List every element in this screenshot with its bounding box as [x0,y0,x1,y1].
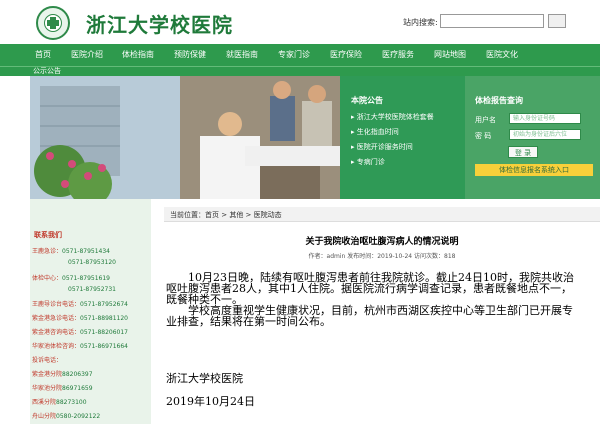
notice-item[interactable]: ▸ 生化指血时间 [351,127,399,137]
article-meta: 作者：admin 发布时间：2019-10-24 访问次数：818 [308,253,456,260]
registration-system-link[interactable]: 体检信息报名系统入口 [475,164,593,176]
article-paragraph: 10月23日晚，陆续有呕吐腹泻患者前往我院就诊。截止24日10时，我院共收治呕吐… [166,271,574,306]
contact-row: 体检中心：0571-87951619 [32,273,110,282]
contact-phone: 0571-87951434 [62,248,110,255]
sidebar: 联系我们 王鹿急诊：0571-87951434 0571-87953120 体检中心… [30,199,151,424]
contact-phone: 88206397 [62,371,93,378]
contact-row: 紫金港分院88206397 [32,369,93,378]
contact-label: 华家池分院 [32,385,63,392]
nav-item-expert-clinic[interactable]: 专家门诊 [274,44,314,66]
article-paragraph: 学校高度重视学生健康状况，目前，杭州市西湖区疾控中心等卫生部门已开展专业排查，结… [166,304,573,328]
contact-row: 王鹿急诊：0571-87951434 [32,246,110,255]
nav-item-prevention[interactable]: 预防保健 [170,44,210,66]
breadcrumb: 当前位置：首页 > 其他 > 医院动态 [164,207,600,222]
contact-phone: 88273100 [56,399,87,406]
contact-phone: 0571-88981120 [80,315,128,322]
nav-item-checkup-guide[interactable]: 体检指南 [118,44,158,66]
notice-panel: 本院公告 ▸ 浙江大学校医院体检套餐 ▸ 生化指血时间 ▸ 医院开诊服务时间 ▸… [340,76,465,199]
contact-label: 紫金港分院 [32,371,63,378]
hospital-logo-icon[interactable] [36,6,70,40]
article-signature: 浙江大学校医院 [166,372,243,385]
notice-item[interactable]: ▸ 医院开诊服务时间 [351,142,413,152]
notice-item[interactable]: ▸ 专病门诊 [351,157,385,167]
contact-label: 紫金港急诊电话： [32,315,81,322]
contact-row: 紫金港咨询电话：0571-88206017 [32,327,128,336]
contact-row: 西溪分院88273100 [32,397,87,406]
nav-item-culture[interactable]: 医院文化 [482,44,522,66]
contact-phone: 0571-87952731 [68,286,116,293]
contact-phone: 0571-87952674 [80,301,128,308]
contact-label: 舟山分院 [32,413,57,420]
contact-label: 西溪分院 [32,399,57,406]
contact-phone: 0571-86971664 [80,343,128,350]
header: 浙江大学校医院 站内搜索: [0,0,600,44]
nav-item-visit-guide[interactable]: 就医指南 [222,44,262,66]
contact-row: 华家池体检咨询：0571-86971664 [32,341,128,350]
contact-label: 体检中心： [32,275,63,282]
contact-phone: 86971659 [62,385,93,392]
article-date: 2019年10月24日 [166,395,255,408]
notice-title: 本院公告 [351,96,383,105]
nav-item-home[interactable]: 首页 [30,44,56,66]
login-title: 体检报告查询 [475,96,523,105]
subnav-item-announcements[interactable]: 公示公告 [33,66,61,76]
article-body: 10月23日晚，陆续有呕吐腹泻患者前往我院就诊。截止24日10时，我院共收治呕吐… [166,272,578,327]
username-label: 用户名 [475,116,496,124]
contact-phone: 0571-87951619 [62,275,110,282]
banner-photo [30,76,340,199]
main-nav: 首页 医院介绍 体检指南 预防保健 就医指南 专家门诊 医疗保险 医疗服务 网站… [0,44,600,66]
password-label: 密 码 [475,132,492,140]
contact-title: 联系我们 [34,231,62,239]
nav-item-sitemap[interactable]: 网站地图 [430,44,470,66]
nav-item-about[interactable]: 医院介绍 [68,44,106,66]
contact-phone: 0571-88206017 [80,329,128,336]
contact-phone: 0580-2092122 [56,413,101,420]
contact-row: 0571-87952731 [68,286,116,293]
sub-nav: 公示公告 [0,66,600,76]
username-input[interactable]: 输入身份证号码 [509,113,581,124]
search-button[interactable] [548,14,566,28]
contact-row: 王鹿导诊台电话：0571-87952674 [32,299,128,308]
nav-item-insurance[interactable]: 医疗保险 [326,44,366,66]
contact-label: 投诉电话： [32,357,63,364]
password-input[interactable]: 初始为身份证后六位 [509,129,581,140]
search-label: 站内搜索: [403,18,438,27]
notice-item[interactable]: ▸ 浙江大学校医院体检套餐 [351,112,434,122]
contact-phone: 0571-87953120 [68,259,116,266]
contact-row: 投诉电话： [32,355,62,364]
contact-row: 舟山分院0580-2092122 [32,411,100,420]
site-title[interactable]: 浙江大学校医院 [86,9,233,38]
report-login-panel: 体检报告查询 用户名 输入身份证号码 密 码 初始为身份证后六位 登 录 体检信… [465,76,600,199]
contact-row: 紫金港急诊电话：0571-88981120 [32,313,128,322]
nav-item-services[interactable]: 医疗服务 [378,44,418,66]
search-input[interactable] [440,14,544,28]
banner: 本院公告 ▸ 浙江大学校医院体检套餐 ▸ 生化指血时间 ▸ 医院开诊服务时间 ▸… [30,76,600,199]
breadcrumb-text[interactable]: 当前位置：首页 > 其他 > 医院动态 [170,210,282,220]
contact-row: 华家池分院86971659 [32,383,93,392]
login-button[interactable]: 登 录 [508,146,538,158]
contact-label: 紫金港咨询电话： [32,329,81,336]
contact-label: 王鹿导诊台电话： [32,301,81,308]
contact-label: 华家池体检咨询： [32,343,81,350]
contact-row: 0571-87953120 [68,259,116,266]
article-title: 关于我院收治呕吐腹泻病人的情况说明 [305,237,459,247]
contact-label: 王鹿急诊： [32,248,63,255]
